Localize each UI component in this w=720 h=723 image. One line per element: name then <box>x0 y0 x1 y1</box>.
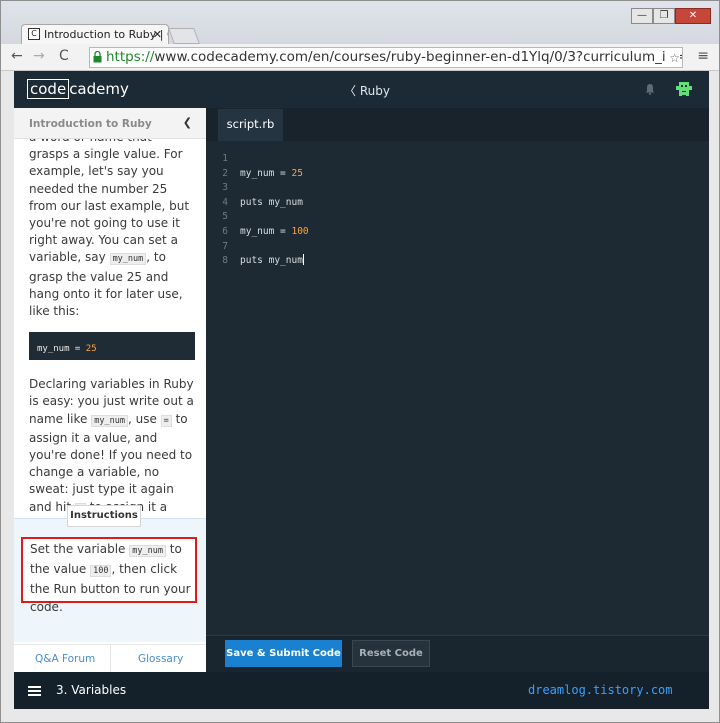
app-footer: 3. Variables dreamlog.tistory.com <box>14 672 709 709</box>
glossary-link[interactable]: Glossary <box>138 653 183 665</box>
code-line[interactable]: 4 puts my_num <box>206 196 309 211</box>
reload-icon[interactable]: C <box>59 48 69 64</box>
bell-icon[interactable] <box>644 83 656 95</box>
browser-toolbar: ← → C https://www.codecademy.com/en/cour… <box>1 44 719 71</box>
code-line[interactable]: 1 <box>206 152 309 167</box>
sidebar-footer: Q&A Forum Glossary <box>14 644 206 672</box>
tab-title: Introduction to Ruby | Co <box>44 28 169 41</box>
close-window-button[interactable]: ✕ <box>675 8 711 24</box>
section-title: 3. Variables <box>56 683 127 697</box>
line-number: 3 <box>222 182 228 194</box>
inline-code: my_num <box>129 545 166 557</box>
line-number: 4 <box>222 196 228 208</box>
browser-menu-icon[interactable]: ≡ <box>697 48 709 64</box>
tab-close-icon[interactable]: ✕ <box>153 25 162 44</box>
example-code-block: my_num = 25 <box>29 332 195 361</box>
inline-code: my_num <box>91 414 128 427</box>
code-line[interactable]: 6 my_num = 100 <box>206 225 309 240</box>
lesson-content: a word or name that grasps a single valu… <box>29 129 195 547</box>
line-source: puts my_num <box>240 254 304 267</box>
instructions-tab: Instructions <box>67 505 141 527</box>
divider <box>110 645 111 672</box>
code-line[interactable]: 5 <box>206 210 309 225</box>
inline-code: = <box>160 414 172 427</box>
lesson-sidebar: a word or name that grasps a single valu… <box>14 108 206 672</box>
new-tab-button[interactable] <box>168 28 200 44</box>
line-number: 5 <box>222 211 228 223</box>
sidebar-course-title: Introduction to Ruby <box>29 118 152 130</box>
code-line[interactable]: 7 <box>206 240 309 255</box>
lock-icon <box>93 51 102 63</box>
address-bar[interactable]: https://www.codecademy.com/en/courses/ru… <box>89 47 683 68</box>
tab-script-rb[interactable]: script.rb <box>218 109 283 141</box>
code-editor[interactable]: script.rb 1 2 my_num = 25 3 4 puts my_num 5 6 my… <box>206 108 709 635</box>
code-line[interactable]: 2 my_num = 25 <box>206 167 309 182</box>
collapse-sidebar-icon[interactable]: ❮ <box>183 116 192 129</box>
watermark: dreamlog.tistory.com <box>528 683 673 697</box>
code-lines[interactable]: 1 2 my_num = 25 3 4 puts my_num 5 6 my_num = 100… <box>206 152 309 269</box>
url-scheme: https:// <box>106 49 155 65</box>
instructions-text: Set the variable my_num to the value 100… <box>21 537 197 614</box>
lesson-paragraph: a word or name that grasps a single valu… <box>29 130 190 319</box>
menu-icon[interactable] <box>28 686 41 696</box>
code-line[interactable]: 8 puts my_num <box>206 254 309 269</box>
line-number: 7 <box>222 240 228 252</box>
line-number: 6 <box>222 225 228 237</box>
back-arrow-icon[interactable]: ← <box>11 48 23 64</box>
browser-window: C Introduction to Ruby | Co ✕ — ❐ ✕ ← → … <box>0 0 720 723</box>
editor-tab-bar: script.rb <box>206 108 709 141</box>
line-number: 8 <box>222 255 228 267</box>
sidebar-header: Introduction to Ruby ❮ <box>14 108 206 139</box>
text-cursor <box>302 254 304 266</box>
save-submit-button[interactable]: Save & Submit Code <box>225 640 342 667</box>
browser-tab[interactable]: C Introduction to Ruby | Co ✕ <box>21 24 169 44</box>
url-text: www.codecademy.com/en/courses/ruby-begin… <box>154 49 682 65</box>
course-link[interactable]: 〈 Ruby <box>344 82 390 99</box>
qa-forum-link[interactable]: Q&A Forum <box>35 653 95 665</box>
browser-titlebar: C Introduction to Ruby | Co ✕ — ❐ ✕ <box>1 1 719 44</box>
codecademy-app: codecademy 〈 Ruby a word or name that gr… <box>14 71 709 709</box>
maximize-button[interactable]: ❐ <box>653 8 675 24</box>
reset-code-button[interactable]: Reset Code <box>352 640 430 667</box>
line-number: 2 <box>222 167 228 179</box>
line-number: 1 <box>222 153 228 164</box>
forward-arrow-icon[interactable]: → <box>33 48 45 64</box>
line-source: my_num = 25 <box>240 167 303 179</box>
inline-code: my_num <box>109 253 147 266</box>
window-controls: — ❐ ✕ <box>631 8 711 24</box>
codecademy-favicon-icon: C <box>28 28 40 40</box>
line-source: my_num = 100 <box>240 225 309 237</box>
editor-action-bar: Save & Submit Code Reset Code <box>206 635 709 672</box>
user-avatar-icon[interactable] <box>675 80 693 98</box>
line-source: puts my_num <box>240 196 303 208</box>
minimize-button[interactable]: — <box>631 8 653 24</box>
bookmark-star-icon[interactable]: ☆ <box>665 49 680 67</box>
codecademy-logo[interactable]: code cademy <box>27 79 129 99</box>
inline-code: 100 <box>90 565 112 577</box>
app-top-nav: code cademy 〈 Ruby <box>14 71 709 108</box>
code-line[interactable]: 3 <box>206 181 309 196</box>
